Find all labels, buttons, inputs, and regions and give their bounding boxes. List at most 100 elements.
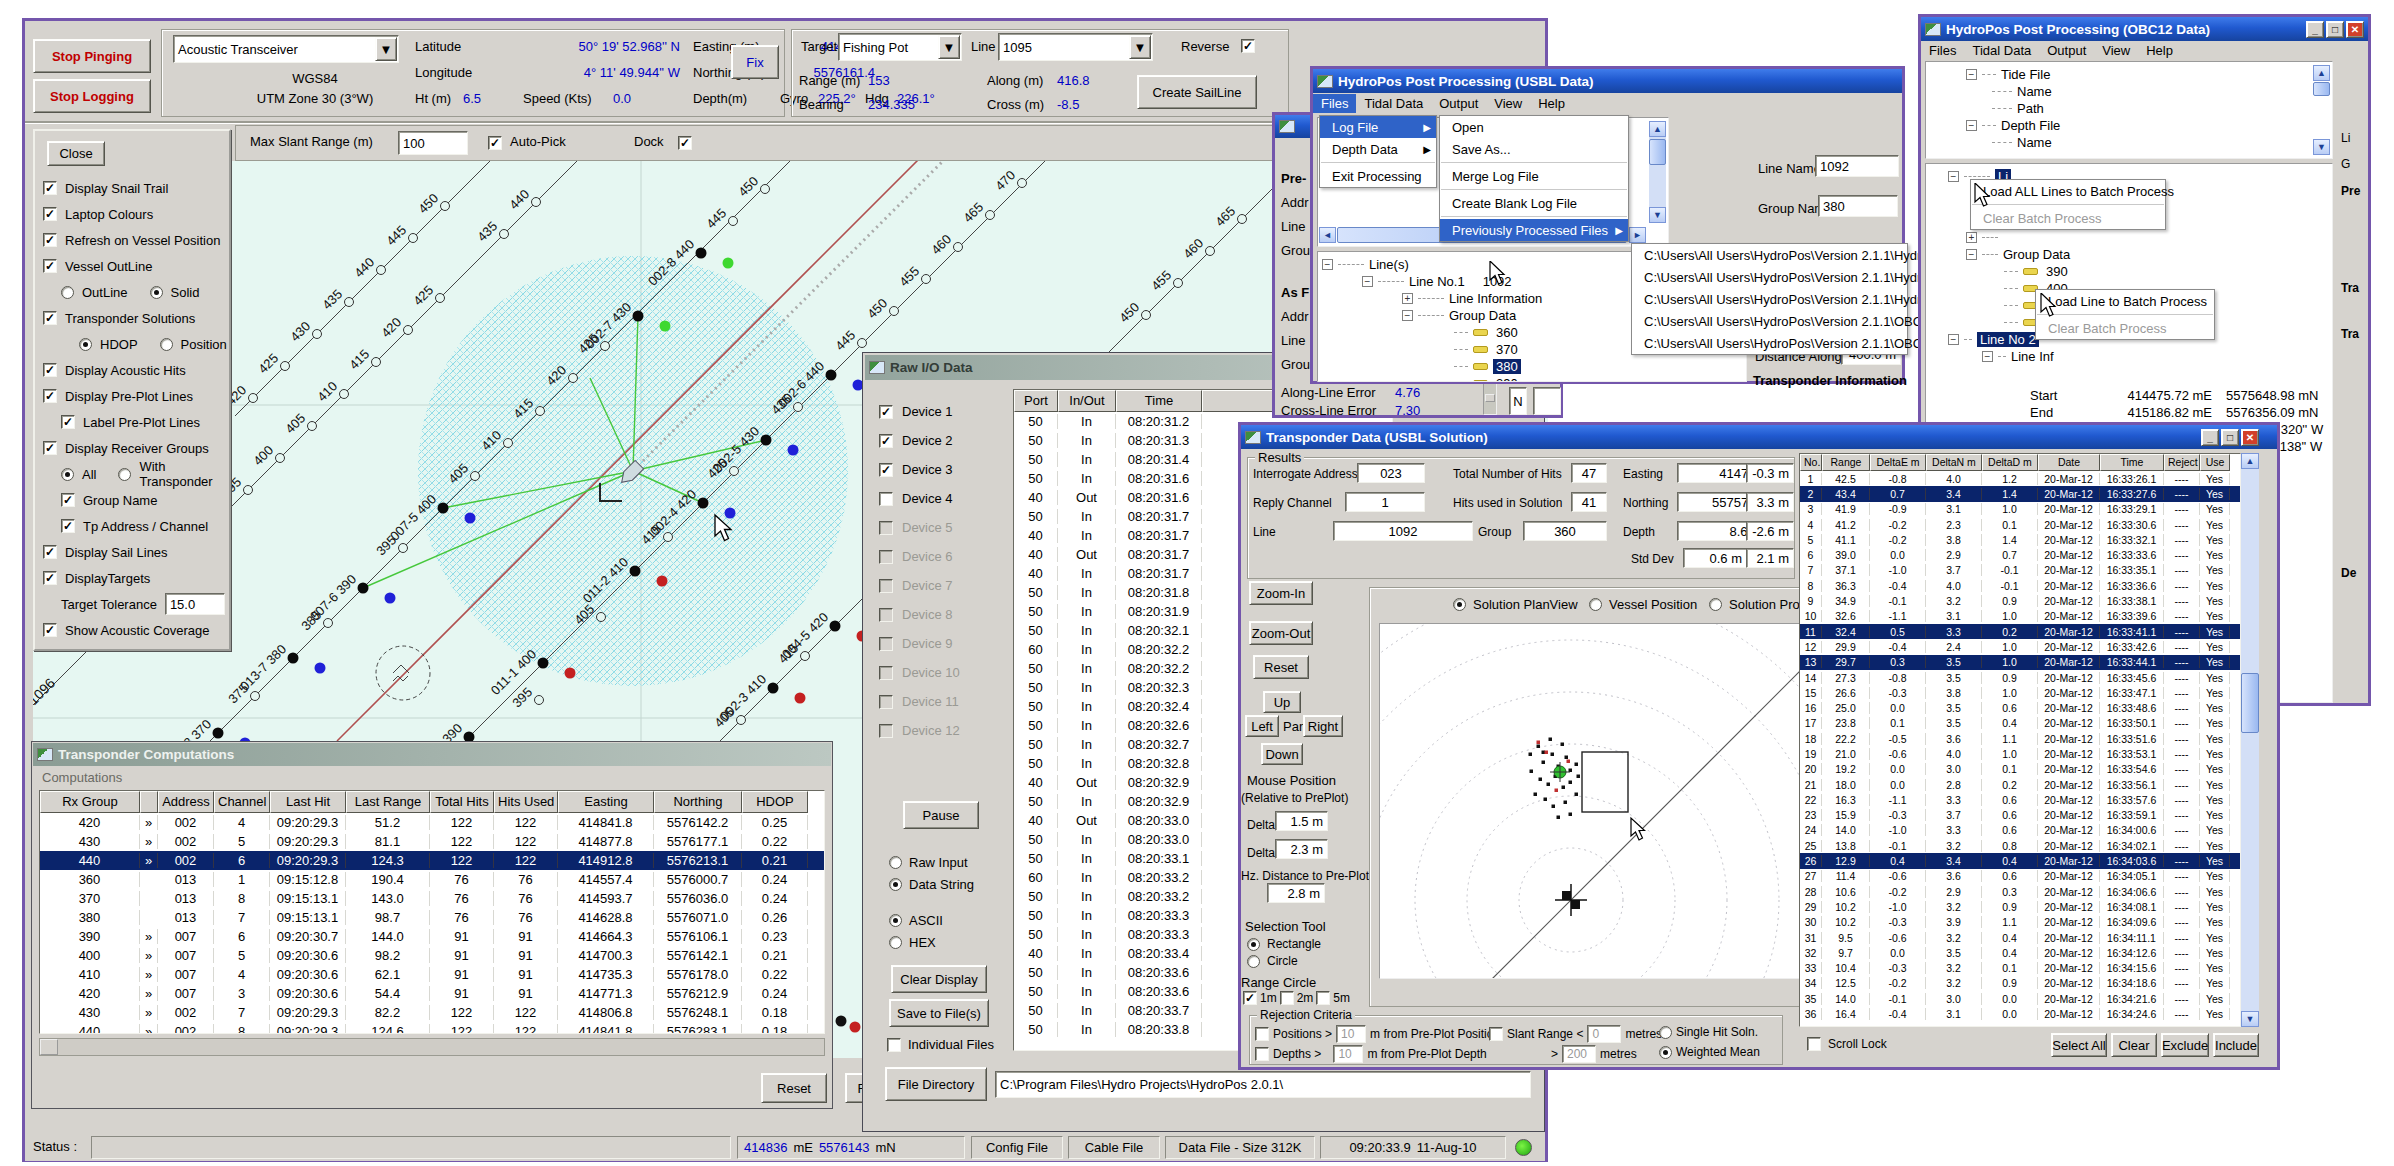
option-label-pre-plot-lines[interactable]: Label Pre-Plot Lines bbox=[43, 409, 225, 435]
table-row[interactable]: 142.5-0.84.01.220-Mar-1216:33:26.1----Ye… bbox=[1800, 471, 2240, 486]
positions-checkbox[interactable] bbox=[1255, 1027, 1269, 1041]
option-displaytargets[interactable]: DisplayTargets bbox=[43, 565, 225, 591]
column-header[interactable]: DeltaE m bbox=[1870, 454, 1926, 471]
line-select[interactable]: 1095▼ bbox=[998, 33, 1153, 61]
close-icon[interactable]: ✕ bbox=[2241, 429, 2259, 446]
menu-item[interactable]: Clear Batch Process bbox=[1971, 207, 2165, 229]
menubar-output[interactable]: Output bbox=[2039, 41, 2094, 60]
column-header[interactable]: Reject bbox=[2164, 454, 2200, 471]
option-target-tolerance[interactable]: Target Tolerance15.0 bbox=[43, 591, 225, 617]
fix-button[interactable]: Fix bbox=[731, 45, 779, 79]
menu-item[interactable]: Clear Batch Process bbox=[2036, 317, 2214, 339]
table-row[interactable]: 1822.2-0.53.61.120-Mar-1216:33:51.6----Y… bbox=[1800, 731, 2240, 746]
column-header[interactable]: Last Range bbox=[346, 791, 430, 813]
exclude-button[interactable]: Exclude bbox=[2161, 1033, 2209, 1057]
menubar-help[interactable]: Help bbox=[1530, 94, 1573, 113]
raw-input-radio[interactable]: Raw Input bbox=[889, 855, 968, 870]
device-checkbox-device-11[interactable]: Device 11 bbox=[879, 687, 1011, 716]
table-row[interactable]: 420»007309:20:30.654.49191414771.3557621… bbox=[40, 984, 824, 1003]
device-checkbox-device-3[interactable]: Device 3 bbox=[879, 455, 1011, 484]
file-directory-field[interactable]: C:\Program Files\Hydro Projects\HydroPos… bbox=[995, 1071, 1531, 1098]
table-row[interactable]: 2315.9-0.33.70.620-Mar-1216:33:59.1----Y… bbox=[1800, 808, 2240, 823]
table-row[interactable]: 639.00.02.90.720-Mar-1216:33:33.6----Yes bbox=[1800, 547, 2240, 562]
menu-item[interactable]: C:\Users\All Users\HydroPos\Version 2.1.… bbox=[1632, 288, 1907, 310]
column-header[interactable]: Address bbox=[158, 791, 214, 813]
option-display-sail-lines[interactable]: Display Sail Lines bbox=[43, 539, 225, 565]
column-header[interactable] bbox=[140, 791, 158, 813]
file-directory-button[interactable]: File Directory bbox=[885, 1067, 987, 1101]
option-display-snail-trail[interactable]: Display Snail Trail bbox=[43, 175, 225, 201]
menubar-help[interactable]: Help bbox=[2138, 41, 2181, 60]
usbl-vscroll-thumb[interactable] bbox=[1649, 139, 1666, 165]
pan-left-button[interactable]: Left bbox=[1245, 715, 1279, 737]
device-checkbox-device-8[interactable]: Device 8 bbox=[879, 600, 1011, 629]
table-row[interactable]: 360013109:15:12.8190.47676414557.4557600… bbox=[40, 870, 824, 889]
close-button[interactable]: Close bbox=[47, 141, 105, 166]
line-field[interactable]: 1092 bbox=[1333, 521, 1473, 541]
pause-button[interactable]: Pause bbox=[903, 801, 979, 829]
zoom-in-button[interactable]: Zoom-In bbox=[1249, 581, 1313, 605]
table-row[interactable]: 440»002809:20:29.3124.6122122414841.8557… bbox=[40, 1022, 824, 1034]
scroll-down-icon[interactable]: ▼ bbox=[2313, 139, 2330, 155]
table-row[interactable]: 1921.0-0.64.01.020-Mar-1216:33:53.1----Y… bbox=[1800, 746, 2240, 761]
pan-up-button[interactable]: Up bbox=[1263, 691, 1301, 713]
single-hit-radio[interactable]: Single Hit Soln. bbox=[1659, 1025, 1758, 1039]
column-header[interactable]: Rx Group bbox=[40, 791, 140, 813]
menu-item[interactable]: C:\Users\All Users\HydroPos\Version 2.1.… bbox=[1632, 266, 1907, 288]
depths-checkbox[interactable] bbox=[1255, 1047, 1269, 1061]
tree-group-390[interactable]: 390 bbox=[1454, 375, 1746, 382]
column-header[interactable]: Channel bbox=[214, 791, 270, 813]
table-row[interactable]: 341.9-0.93.11.020-Mar-1216:33:29.1----Ye… bbox=[1800, 502, 2240, 517]
scroll-lock-checkbox[interactable]: Scroll Lock bbox=[1807, 1037, 1887, 1051]
option-hdop[interactable]: HDOPPosition bbox=[43, 331, 225, 357]
zoom-out-button[interactable]: Zoom-Out bbox=[1249, 621, 1313, 645]
column-header[interactable]: DeltaN m bbox=[1926, 454, 1982, 471]
computations-table[interactable]: Rx GroupAddressChannelLast HitLast Range… bbox=[39, 790, 825, 1034]
column-header[interactable]: No. bbox=[1800, 454, 1822, 471]
column-header[interactable]: In/Out bbox=[1058, 390, 1116, 412]
table-row[interactable]: 1723.80.13.50.420-Mar-1216:33:50.1----Ye… bbox=[1800, 716, 2240, 731]
stop-logging-button[interactable]: Stop Logging bbox=[33, 79, 151, 113]
column-header[interactable]: Date bbox=[2038, 454, 2100, 471]
tree-tide-file[interactable]: −Tide File bbox=[1966, 66, 2332, 83]
weighted-mean-radio[interactable]: Weighted Mean bbox=[1659, 1045, 1760, 1059]
menu-item[interactable]: Exit Processing bbox=[1320, 165, 1436, 187]
menu-item[interactable]: Previously Processed Files▶ bbox=[1440, 219, 1628, 241]
max-slant-range-field[interactable]: 100 bbox=[398, 131, 468, 155]
option-outline[interactable]: OutLineSolid bbox=[43, 279, 225, 305]
option-laptop-colours[interactable]: Laptop Colours bbox=[43, 201, 225, 227]
table-row[interactable]: 243.40.73.41.420-Mar-1216:33:27.6----Yes bbox=[1800, 486, 2240, 501]
solutions-table[interactable]: No.RangeDeltaE mDeltaN mDeltaD mDateTime… bbox=[1799, 453, 2241, 1027]
table-row[interactable]: 2612.90.43.40.420-Mar-1216:34:03.6----Ye… bbox=[1800, 853, 2240, 868]
table-row[interactable]: 430»002709:20:29.382.2122122414806.85576… bbox=[40, 1003, 824, 1022]
menubar-output[interactable]: Output bbox=[1431, 94, 1486, 113]
table-row[interactable]: 3412.5-0.23.20.920-Mar-1216:34:18.6----Y… bbox=[1800, 976, 2240, 991]
obc-tree-upper[interactable]: −Tide FileNamePath−Depth FileName bbox=[1925, 61, 2333, 159]
device-checkbox-device-6[interactable]: Device 6 bbox=[879, 542, 1011, 571]
total-hits-field[interactable]: 47 bbox=[1571, 463, 1607, 483]
scroll-right-icon[interactable]: ► bbox=[1629, 227, 1646, 243]
rectangle-radio[interactable]: Rectangle bbox=[1247, 937, 1321, 951]
tree-depth-file[interactable]: −Depth File bbox=[1966, 117, 2332, 134]
menubar-view[interactable]: View bbox=[2094, 41, 2138, 60]
slider[interactable] bbox=[1483, 383, 1497, 415]
table-row[interactable]: 370013809:15:13.1143.07676414593.7557603… bbox=[40, 889, 824, 908]
table-row[interactable]: 410»007409:20:30.662.19191414735.3557617… bbox=[40, 965, 824, 984]
deltan-field[interactable]: 3.3 m bbox=[1746, 492, 1794, 512]
pan-right-button[interactable]: Right bbox=[1303, 715, 1343, 737]
table-row[interactable]: 1526.6-0.33.81.020-Mar-1216:33:47.1----Y… bbox=[1800, 685, 2240, 700]
table-row[interactable]: 1229.9-0.42.41.020-Mar-1216:33:42.6----Y… bbox=[1800, 639, 2240, 654]
tree-path[interactable]: Path bbox=[1966, 100, 2332, 117]
obc-vscroll-thumb[interactable] bbox=[2313, 82, 2330, 96]
table-row[interactable]: 2216.3-1.13.30.620-Mar-1216:33:57.6----Y… bbox=[1800, 792, 2240, 807]
autopick-checkbox[interactable] bbox=[488, 136, 502, 150]
obc-titlebar[interactable]: HydroPos Post Processing (OBC12 Data) _ … bbox=[1921, 17, 2368, 41]
option-transponder-solutions[interactable]: Transponder Solutions bbox=[43, 305, 225, 331]
column-header[interactable]: Use bbox=[2200, 454, 2230, 471]
table-row[interactable]: 440»002609:20:29.3124.3122122414912.8557… bbox=[40, 851, 824, 870]
usbl-titlebar[interactable]: HydroPos Post Processing (USBL Data) bbox=[1313, 69, 1902, 93]
option-vessel-outline[interactable]: Vessel OutLine bbox=[43, 253, 225, 279]
rc-2m-checkbox[interactable] bbox=[1280, 991, 1294, 1005]
dock-checkbox[interactable] bbox=[678, 136, 692, 150]
reverse-checkbox[interactable] bbox=[1241, 39, 1255, 53]
